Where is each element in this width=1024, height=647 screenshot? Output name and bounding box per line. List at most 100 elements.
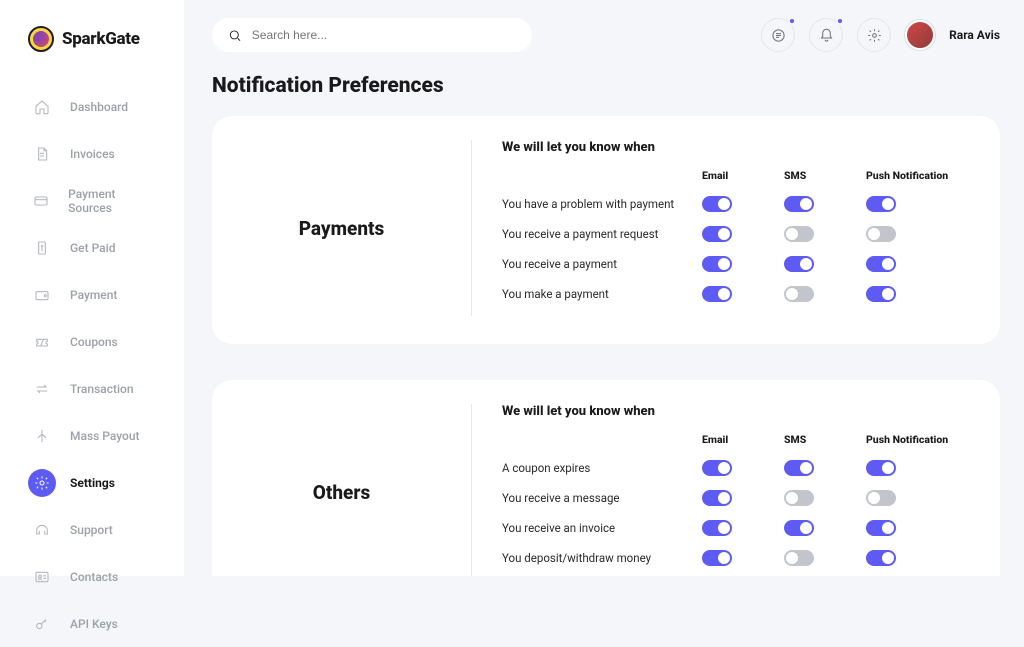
pref-row: You receive an invoice xyxy=(502,520,966,536)
sidebar-item-dashboard[interactable]: Dashboard xyxy=(16,84,168,130)
toggle[interactable] xyxy=(702,520,732,536)
sidebar-item-payment[interactable]: Payment xyxy=(16,272,168,318)
user-name: Rara Avis xyxy=(949,28,1000,42)
pref-row: You deposit/withdraw money xyxy=(502,550,966,566)
sidebar-item-label: Get Paid xyxy=(70,241,115,255)
toggle[interactable] xyxy=(784,550,814,566)
pref-label: You receive an invoice xyxy=(502,521,702,535)
toggle[interactable] xyxy=(702,490,732,506)
swap-icon xyxy=(28,375,56,403)
toggle[interactable] xyxy=(784,460,814,476)
toggle[interactable] xyxy=(784,196,814,212)
toggle[interactable] xyxy=(702,286,732,302)
col-push: Push Notification xyxy=(866,433,966,446)
sidebar-item-label: Dashboard xyxy=(70,100,128,114)
toggle[interactable] xyxy=(866,196,896,212)
toggle[interactable] xyxy=(866,550,896,566)
search-input[interactable] xyxy=(252,28,516,42)
search-icon xyxy=(228,28,242,43)
sidebar-item-label: Payment Sources xyxy=(68,187,156,215)
toggle[interactable] xyxy=(866,286,896,302)
sidebar-item-label: Invoices xyxy=(70,147,115,161)
settings-top-button[interactable] xyxy=(857,18,891,52)
gear-icon xyxy=(867,28,882,43)
pref-row: You have a problem with payment xyxy=(502,196,966,212)
pref-label: You receive a payment xyxy=(502,257,702,271)
columns-header: Email SMS Push Notification xyxy=(502,169,966,182)
card-icon xyxy=(28,187,54,215)
section-title: Payments xyxy=(212,140,472,316)
brand-name: SparkGate xyxy=(62,29,140,49)
col-push: Push Notification xyxy=(866,169,966,182)
pref-label: You receive a payment request xyxy=(502,227,702,241)
section-heading: We will let you know when xyxy=(502,404,966,419)
pref-label: You have a problem with payment xyxy=(502,197,702,211)
idcard-icon xyxy=(28,563,56,591)
section-others: Others We will let you know when Email S… xyxy=(212,380,1000,576)
sidebar-item-label: API Keys xyxy=(70,617,118,631)
toggle[interactable] xyxy=(784,286,814,302)
sidebar-item-invoices[interactable]: Invoices xyxy=(16,131,168,177)
page-title: Notification Preferences xyxy=(212,74,1000,98)
col-email: Email xyxy=(702,433,784,446)
toggle[interactable] xyxy=(784,520,814,536)
file-icon xyxy=(28,140,56,168)
messages-button[interactable] xyxy=(761,18,795,52)
section-title: Others xyxy=(212,404,472,576)
sidebar-item-coupons[interactable]: Coupons xyxy=(16,319,168,365)
sidebar-item-payment-sources[interactable]: Payment Sources xyxy=(16,178,168,224)
sidebar-item-label: Support xyxy=(70,523,113,537)
pref-row: You make a payment xyxy=(502,286,966,302)
sidebar-item-settings[interactable]: Settings xyxy=(16,460,168,506)
toggle[interactable] xyxy=(866,490,896,506)
badge-dot xyxy=(836,17,844,25)
toggle[interactable] xyxy=(702,226,732,242)
toggle[interactable] xyxy=(702,196,732,212)
pref-label: You deposit/withdraw money xyxy=(502,551,702,565)
toggle[interactable] xyxy=(866,520,896,536)
toggle[interactable] xyxy=(866,256,896,272)
sidebar-item-label: Coupons xyxy=(70,335,118,349)
receipt-icon xyxy=(28,234,56,262)
toggle[interactable] xyxy=(784,490,814,506)
home-icon xyxy=(28,93,56,121)
toggle[interactable] xyxy=(702,550,732,566)
sidebar-item-get-paid[interactable]: Get Paid xyxy=(16,225,168,271)
bell-icon xyxy=(819,28,834,43)
headset-icon xyxy=(28,516,56,544)
toggle[interactable] xyxy=(702,460,732,476)
key-icon xyxy=(28,610,56,638)
pref-row: A coupon expires xyxy=(502,460,966,476)
toggle[interactable] xyxy=(784,256,814,272)
sidebar-item-label: Settings xyxy=(70,476,115,490)
pref-label: You make a payment xyxy=(502,287,702,301)
toggle[interactable] xyxy=(866,226,896,242)
sidebar-item-support[interactable]: Support xyxy=(16,507,168,553)
pref-label: A coupon expires xyxy=(502,461,702,475)
sidebar: SparkGate Dashboard Invoices Payment Sourc… xyxy=(0,0,184,576)
toggle[interactable] xyxy=(784,226,814,242)
col-email: Email xyxy=(702,169,784,182)
sidebar-item-mass-payout[interactable]: Mass Payout xyxy=(16,413,168,459)
branches-icon xyxy=(28,422,56,450)
section-heading: We will let you know when xyxy=(502,140,966,155)
avatar[interactable] xyxy=(905,20,935,50)
search-box[interactable] xyxy=(212,18,532,52)
sidebar-item-api-keys[interactable]: API Keys xyxy=(16,601,168,647)
toggle[interactable] xyxy=(866,460,896,476)
topbar: Rara Avis xyxy=(212,18,1000,52)
pref-row: You receive a payment request xyxy=(502,226,966,242)
sidebar-item-transaction[interactable]: Transaction xyxy=(16,366,168,412)
toggle[interactable] xyxy=(702,256,732,272)
chat-icon xyxy=(771,28,786,43)
sidebar-item-label: Transaction xyxy=(70,382,134,396)
sidebar-item-label: Contacts xyxy=(70,570,118,584)
pref-label: You receive a message xyxy=(502,491,702,505)
brand-logo: SparkGate xyxy=(0,26,184,76)
col-sms: SMS xyxy=(784,433,866,446)
sidebar-item-contacts[interactable]: Contacts xyxy=(16,554,168,600)
sidebar-item-label: Mass Payout xyxy=(70,429,140,443)
columns-header: Email SMS Push Notification xyxy=(502,433,966,446)
notifications-button[interactable] xyxy=(809,18,843,52)
wallet-icon xyxy=(28,281,56,309)
